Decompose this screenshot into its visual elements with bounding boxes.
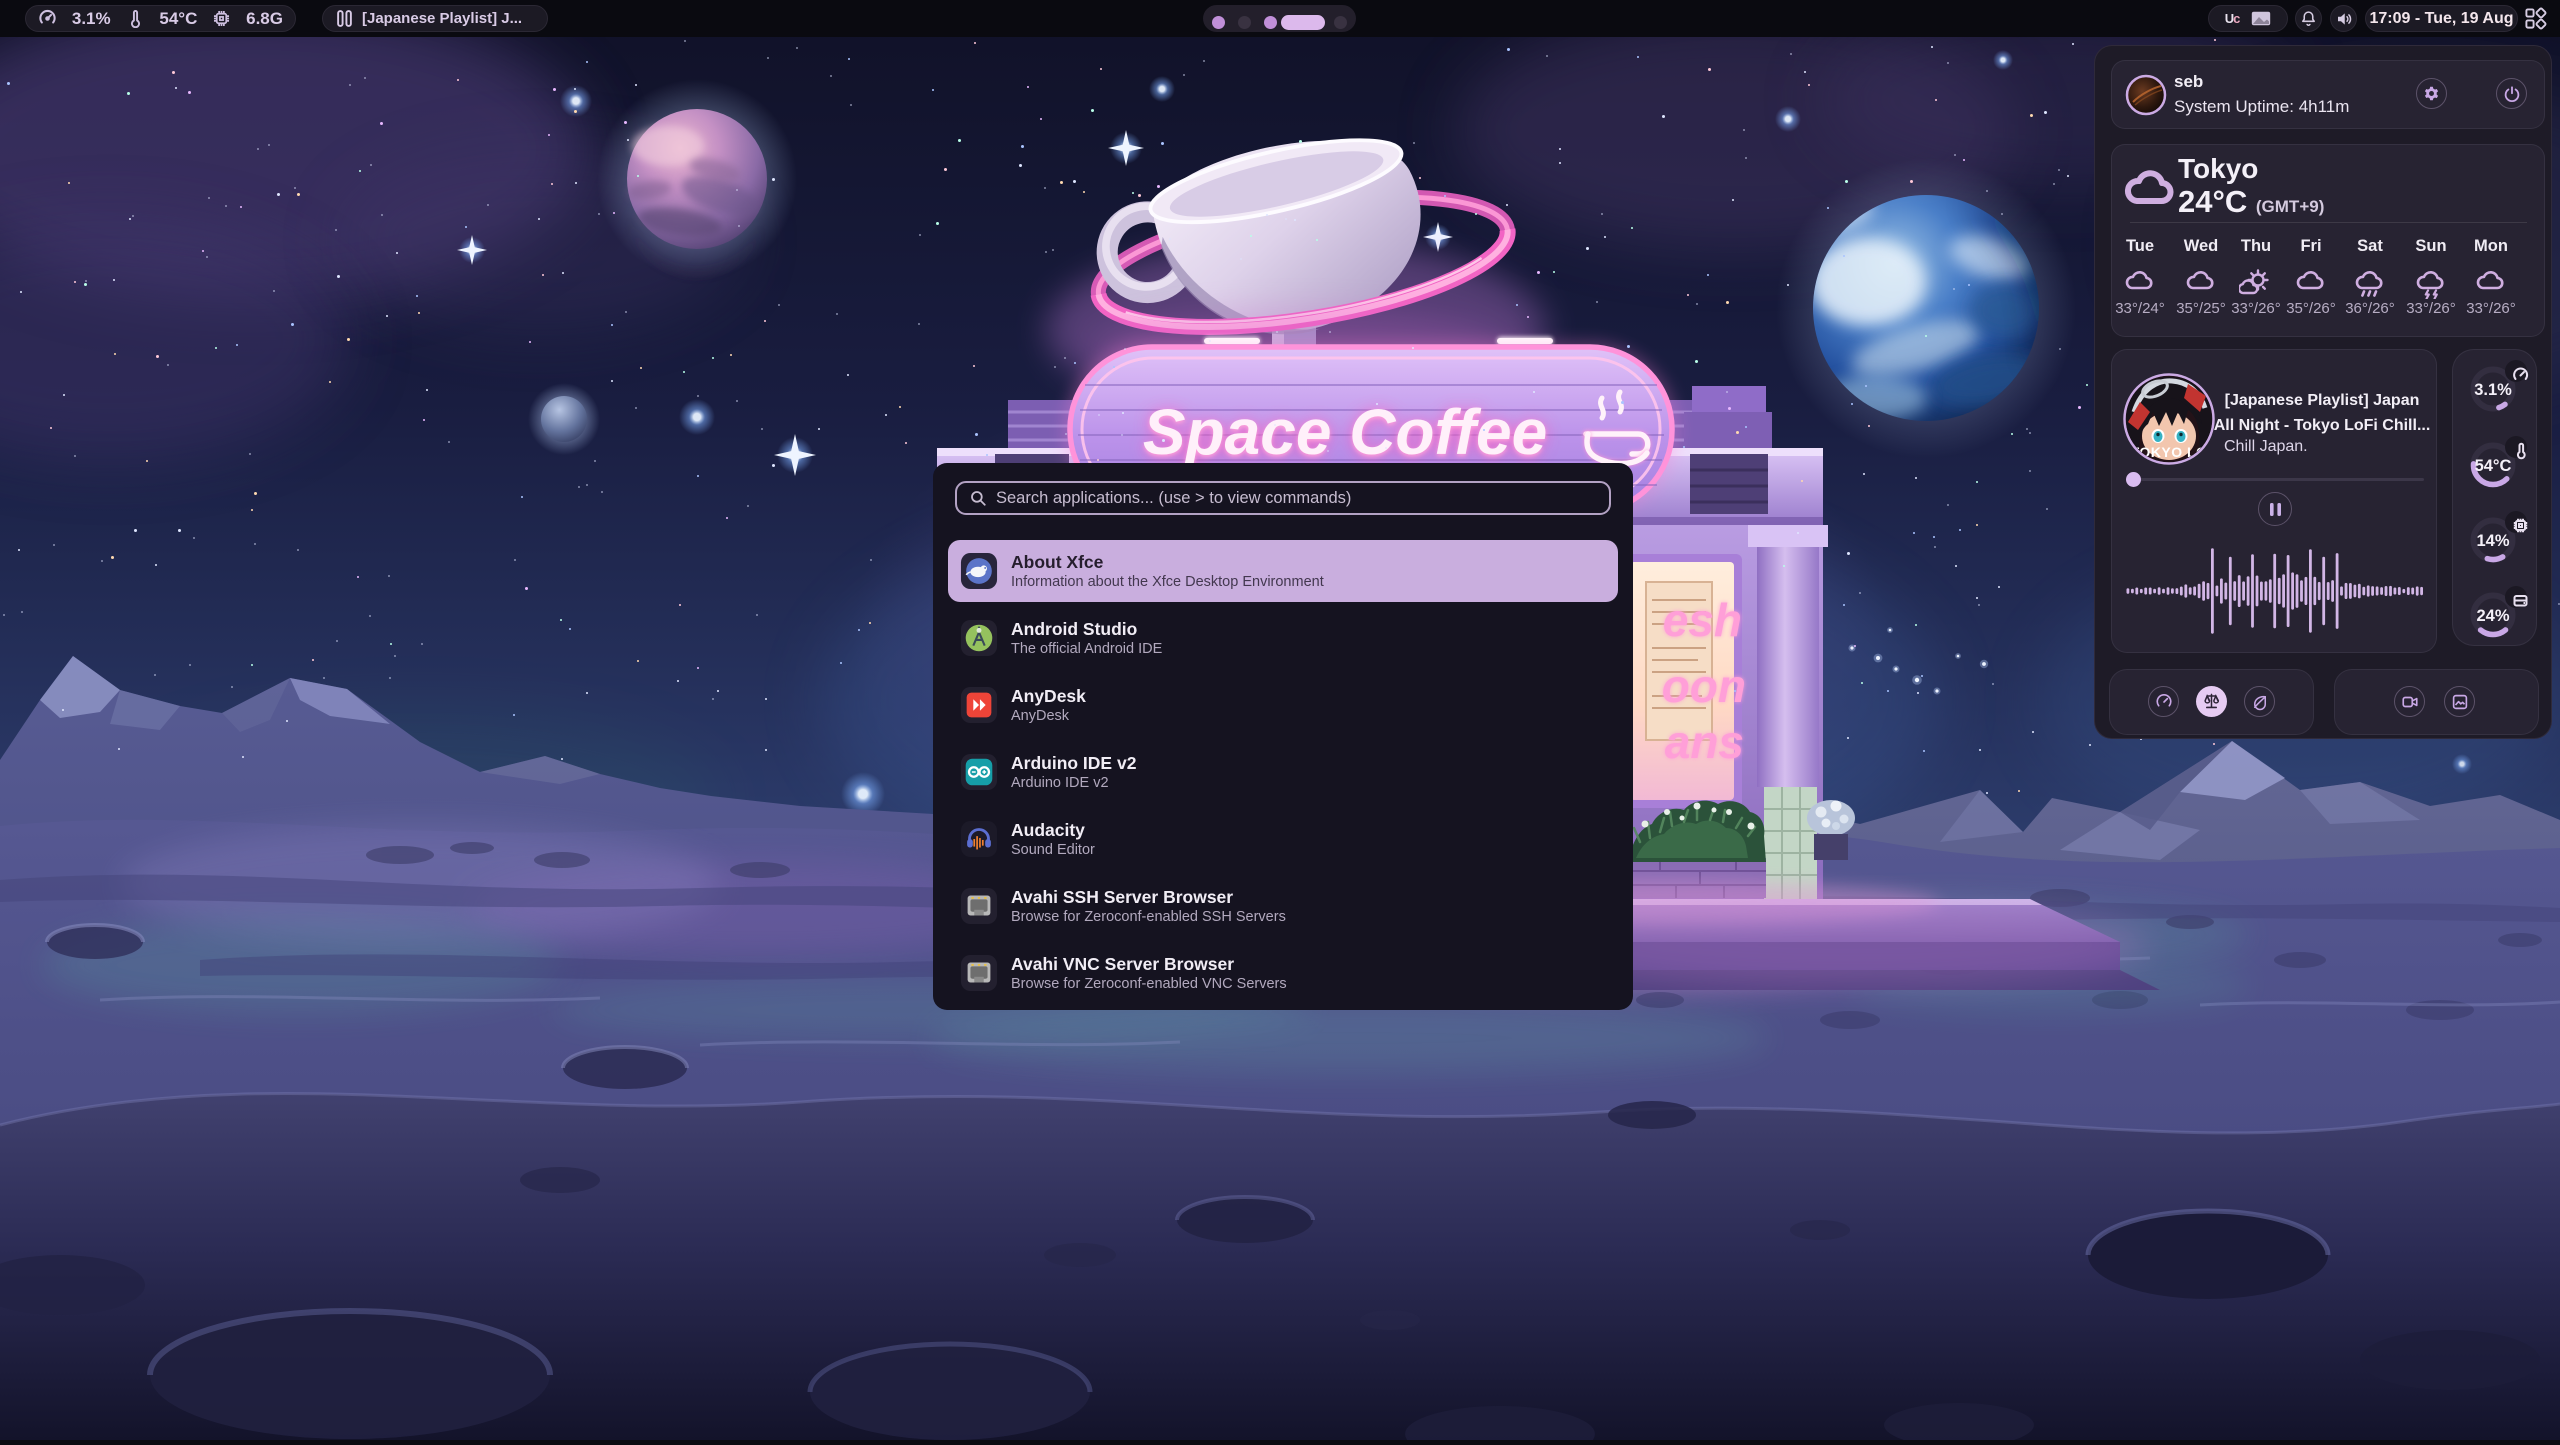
svg-text:oon: oon — [1662, 660, 1746, 712]
svg-text:TOKYO LO: TOKYO LO — [2131, 444, 2208, 460]
svg-text:Space Coffee: Space Coffee — [1143, 396, 1547, 468]
svg-text:3.1%: 3.1% — [2474, 381, 2512, 399]
svg-text:24%: 24% — [2476, 607, 2509, 625]
svg-text:14%: 14% — [2476, 532, 2509, 550]
svg-text:esh: esh — [1663, 594, 1742, 646]
svg-text:54°C: 54°C — [2475, 457, 2512, 475]
svg-text:ans: ans — [1665, 716, 1744, 768]
